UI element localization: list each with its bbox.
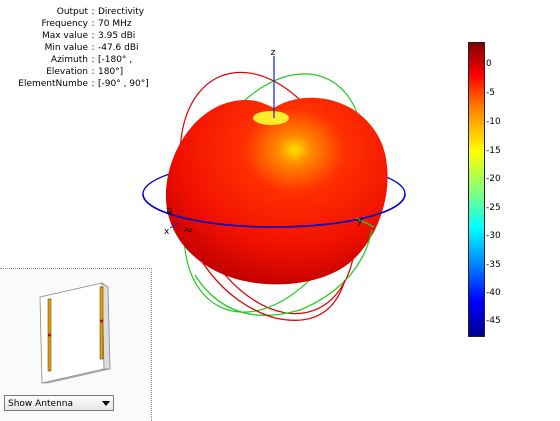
x-axis-label: x (164, 227, 170, 237)
z-axis-label: z (271, 48, 276, 58)
y-axis-label: y (357, 217, 363, 227)
colorbar-tick: -5 (486, 88, 495, 98)
colorbar-tick: -30 (486, 231, 501, 241)
colorbar-tick: -10 (486, 117, 501, 127)
az-label: Az (184, 226, 193, 234)
colorbar-tick: -20 (486, 174, 501, 184)
dropdown-selected: Show Antenna (8, 399, 73, 409)
colorbar-tick: -15 (486, 146, 501, 156)
el-label: El (166, 208, 174, 214)
colorbar-tick: -35 (486, 260, 501, 270)
dipole-element-right (99, 286, 104, 360)
chevron-down-icon (102, 401, 110, 406)
colorbar (468, 42, 485, 337)
feed-point-icon (100, 319, 103, 323)
colorbar-tick: 0 (486, 59, 492, 69)
pattern-null-dimple (253, 111, 289, 125)
feed-point-icon (48, 333, 51, 337)
antenna-thumbnail (39, 282, 111, 384)
colorbar-tick: -40 (486, 288, 501, 298)
antenna-view-dropdown[interactable]: Show Antenna (4, 395, 114, 411)
colorbar-tick: -25 (486, 203, 501, 213)
colorbar-tick: -45 (486, 316, 501, 326)
